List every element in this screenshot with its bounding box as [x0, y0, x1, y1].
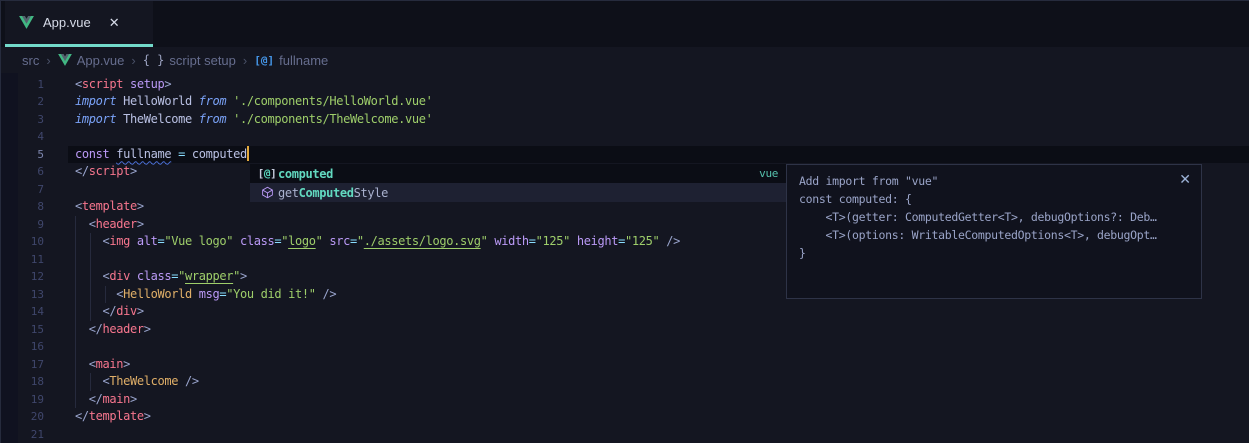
- line-number: 17: [0, 356, 44, 374]
- cube-icon: [256, 186, 278, 199]
- line-number: 3: [0, 111, 44, 129]
- line-number: 9: [0, 216, 44, 234]
- tab-app-vue[interactable]: App.vue ✕: [5, 1, 153, 44]
- vue-logo-icon: [58, 54, 72, 66]
- tab-bar: App.vue ✕: [1, 1, 1249, 47]
- docs-close-icon[interactable]: ✕: [1179, 171, 1191, 188]
- line-number-gutter: 123456789101112131415161718192021: [0, 76, 44, 443]
- breadcrumb-item-script-setup[interactable]: { } script setup: [143, 53, 236, 68]
- code-line[interactable]: <header>: [75, 216, 680, 234]
- breadcrumb-item-src[interactable]: src: [22, 53, 39, 68]
- tab-close-icon[interactable]: ✕: [109, 15, 120, 31]
- line-number: 2: [0, 93, 44, 111]
- code-line[interactable]: </div>: [75, 303, 680, 321]
- suggestion-detail: vue: [759, 167, 778, 180]
- line-number: 6: [0, 163, 44, 181]
- breadcrumb-label: script setup: [169, 53, 235, 68]
- code-editor[interactable]: <script setup>import HelloWorld from './…: [75, 76, 680, 443]
- code-line[interactable]: [75, 338, 680, 356]
- code-line[interactable]: [75, 251, 680, 269]
- breadcrumb-separator: ›: [243, 53, 247, 68]
- line-number: 13: [0, 286, 44, 304]
- code-line[interactable]: <main>: [75, 356, 680, 374]
- text-cursor: [247, 146, 249, 161]
- autocomplete-popup: [@]computed vue getComputedStyle: [250, 164, 786, 202]
- suggestion-docs-panel: Add import from "vue"const computed: { <…: [786, 164, 1202, 299]
- breadcrumb-item-fullname[interactable]: [@] fullname: [254, 53, 328, 68]
- braces-icon: { }: [143, 53, 165, 67]
- code-line[interactable]: </main>: [75, 391, 680, 409]
- suggestion-label: computed: [278, 167, 333, 181]
- docs-text-line: <T>(getter: ComputedGetter<T>, debugOpti…: [799, 208, 1189, 226]
- line-number: 18: [0, 373, 44, 391]
- code-line[interactable]: import TheWelcome from './components/The…: [75, 111, 680, 129]
- docs-text-line: <T>(options: WritableComputedOptions<T>,…: [799, 226, 1189, 244]
- line-number: 1: [0, 76, 44, 94]
- docs-text-line: const computed: {: [799, 190, 1189, 208]
- suggestion-getComputedStyle[interactable]: getComputedStyle: [250, 183, 786, 202]
- code-line[interactable]: const fullname = computed: [75, 146, 680, 164]
- breadcrumb-label: src: [22, 53, 39, 68]
- code-line[interactable]: import HelloWorld from './components/Hel…: [75, 93, 680, 111]
- code-line[interactable]: <img alt="Vue logo" class="logo" src="./…: [75, 233, 680, 251]
- breadcrumb-separator: ›: [46, 53, 50, 68]
- code-line[interactable]: <TheWelcome />: [75, 373, 680, 391]
- computed-member-icon: [@]: [256, 167, 278, 180]
- line-number: 11: [0, 251, 44, 269]
- tab-title: App.vue: [43, 15, 91, 30]
- suggestion-computed[interactable]: [@]computed vue: [250, 164, 786, 183]
- line-number: 7: [0, 181, 44, 199]
- line-number: 8: [0, 198, 44, 216]
- line-number: 10: [0, 233, 44, 251]
- breadcrumb-separator: ›: [131, 53, 135, 68]
- line-number: 12: [0, 268, 44, 286]
- line-number: 4: [0, 128, 44, 146]
- code-line[interactable]: [75, 128, 680, 146]
- line-number: 16: [0, 338, 44, 356]
- docs-text-line: Add import from "vue": [799, 172, 1189, 190]
- code-line[interactable]: <script setup>: [75, 76, 680, 94]
- line-number: 20: [0, 408, 44, 426]
- code-line[interactable]: </header>: [75, 321, 680, 339]
- breadcrumb-label: fullname: [279, 53, 328, 68]
- breadcrumb-label: App.vue: [77, 53, 125, 68]
- docs-text-line: }: [799, 244, 1189, 262]
- breadcrumb-item-App.vue[interactable]: App.vue: [58, 53, 125, 68]
- code-line[interactable]: <HelloWorld msg="You did it!" />: [75, 286, 680, 304]
- line-number: 14: [0, 303, 44, 321]
- symbol-value-icon: [@]: [254, 54, 274, 67]
- code-line[interactable]: </template>: [75, 408, 680, 426]
- line-number: 21: [0, 426, 44, 443]
- code-line[interactable]: <div class="wrapper">: [75, 268, 680, 286]
- line-number: 19: [0, 391, 44, 409]
- code-line[interactable]: [75, 426, 680, 443]
- breadcrumb: src › App.vue › { } script setup › [@] fullname: [0, 47, 1249, 73]
- line-number: 15: [0, 321, 44, 339]
- suggestion-label: getComputedStyle: [278, 186, 388, 200]
- line-number: 5: [0, 146, 44, 164]
- vue-logo-icon: [19, 16, 34, 29]
